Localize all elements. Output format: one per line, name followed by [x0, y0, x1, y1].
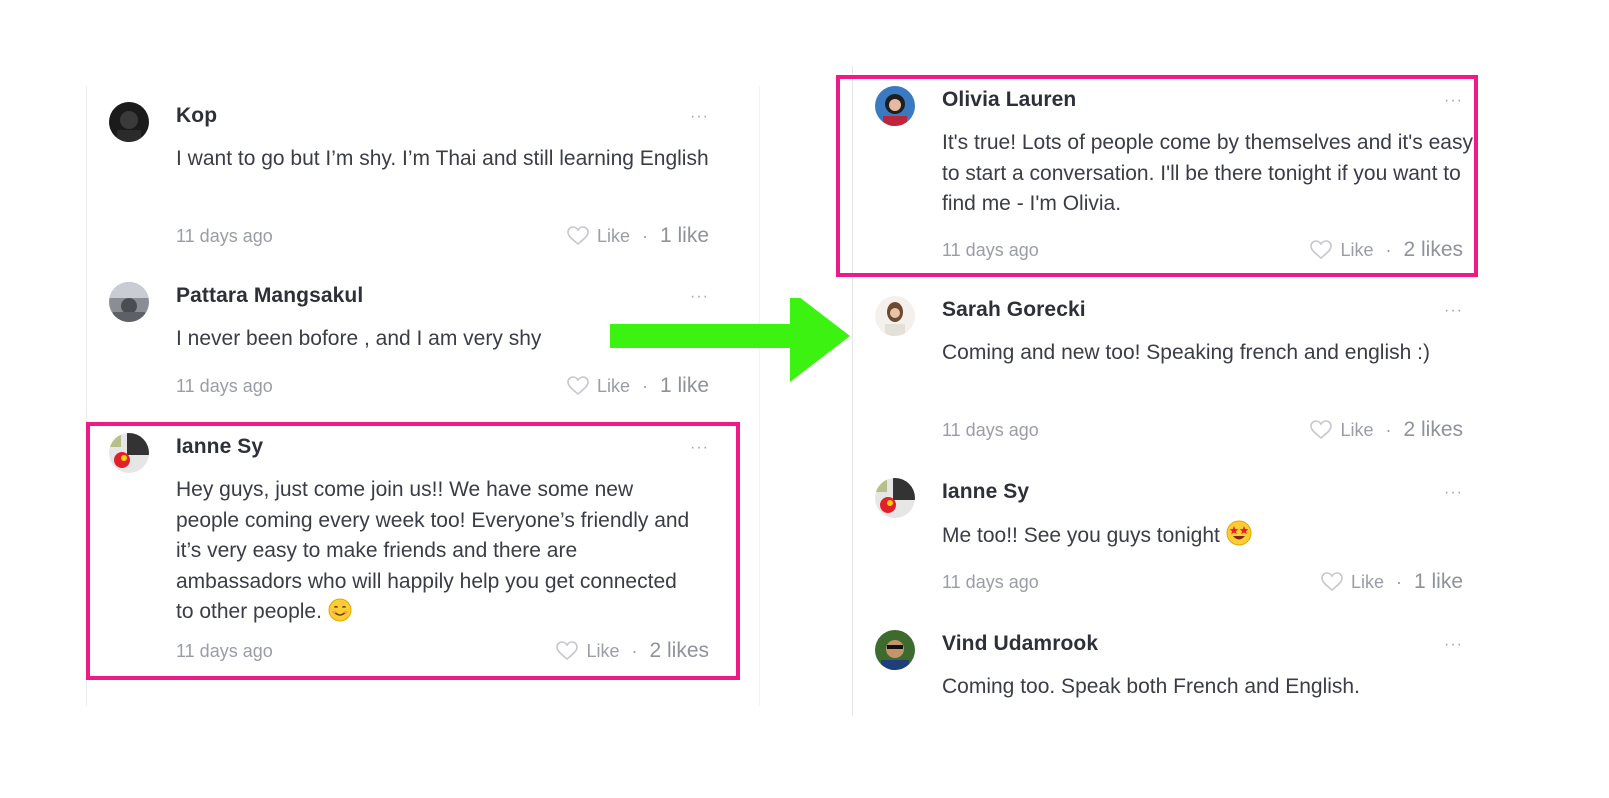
comment-item: Vind Udamrook ··· Coming too. Speak both…: [853, 614, 1513, 716]
comment-item: Sarah Gorecki ··· Coming and new too! Sp…: [853, 280, 1513, 460]
comment-timestamp: 11 days ago: [942, 572, 1039, 592]
comment-author[interactable]: Pattara Mangsakul: [176, 284, 363, 308]
comment-item: Kop ··· I want to go but I’m shy. I’m Th…: [87, 86, 759, 266]
heart-icon[interactable]: [1310, 420, 1333, 440]
comment-author[interactable]: Sarah Gorecki: [942, 298, 1086, 322]
like-count[interactable]: 1 like: [1414, 570, 1463, 594]
avatar[interactable]: [109, 282, 149, 322]
avatar[interactable]: [875, 630, 915, 670]
like-row: Like · 1 like: [567, 224, 709, 248]
like-button[interactable]: Like: [597, 226, 630, 247]
like-row: Like · 2 likes: [1310, 418, 1463, 442]
comment-timestamp: 11 days ago: [942, 420, 1039, 440]
separator-dot: ·: [641, 225, 648, 246]
separator-dot: ·: [1385, 419, 1392, 440]
more-options-icon[interactable]: ···: [690, 108, 709, 126]
comment-timestamp: 11 days ago: [176, 376, 273, 396]
highlight-box-left: [86, 422, 740, 680]
avatar[interactable]: [875, 478, 915, 518]
comment-text: I want to go but I’m shy. I’m Thai and s…: [176, 147, 709, 170]
comment-text-content: Me too!! See you guys tonight: [942, 524, 1220, 547]
star-struck-emoji-icon: [1226, 520, 1252, 556]
comment-text: Me too!! See you guys tonight: [942, 520, 1482, 556]
heart-icon[interactable]: [567, 226, 589, 246]
like-button[interactable]: Like: [1351, 572, 1384, 593]
like-count[interactable]: 2 likes: [1403, 418, 1463, 442]
more-options-icon[interactable]: ···: [1444, 484, 1463, 502]
green-arrow-icon: [610, 290, 850, 403]
avatar[interactable]: [109, 102, 149, 142]
highlight-box-right: [836, 75, 1478, 277]
comment-author[interactable]: Kop: [176, 104, 217, 128]
more-options-icon[interactable]: ···: [1444, 302, 1463, 320]
like-row: Like · 1 like: [1321, 570, 1463, 594]
comment-text: Coming and new too! Speaking french and …: [942, 341, 1430, 364]
comment-timestamp: 11 days ago: [176, 226, 273, 246]
separator-dot: ·: [1395, 571, 1402, 592]
like-button[interactable]: Like: [1340, 420, 1373, 441]
more-options-icon[interactable]: ···: [1444, 636, 1463, 654]
heart-icon[interactable]: [1321, 572, 1343, 592]
comment-item: Ianne Sy ··· Me too!! See you guys tonig…: [853, 462, 1513, 612]
comment-author[interactable]: Vind Udamrook: [942, 632, 1098, 656]
comment-author[interactable]: Ianne Sy: [942, 480, 1029, 504]
heart-icon[interactable]: [567, 376, 589, 396]
comment-text: Coming too. Speak both French and Englis…: [942, 675, 1360, 698]
avatar[interactable]: [875, 296, 915, 336]
like-count[interactable]: 1 like: [660, 224, 709, 248]
